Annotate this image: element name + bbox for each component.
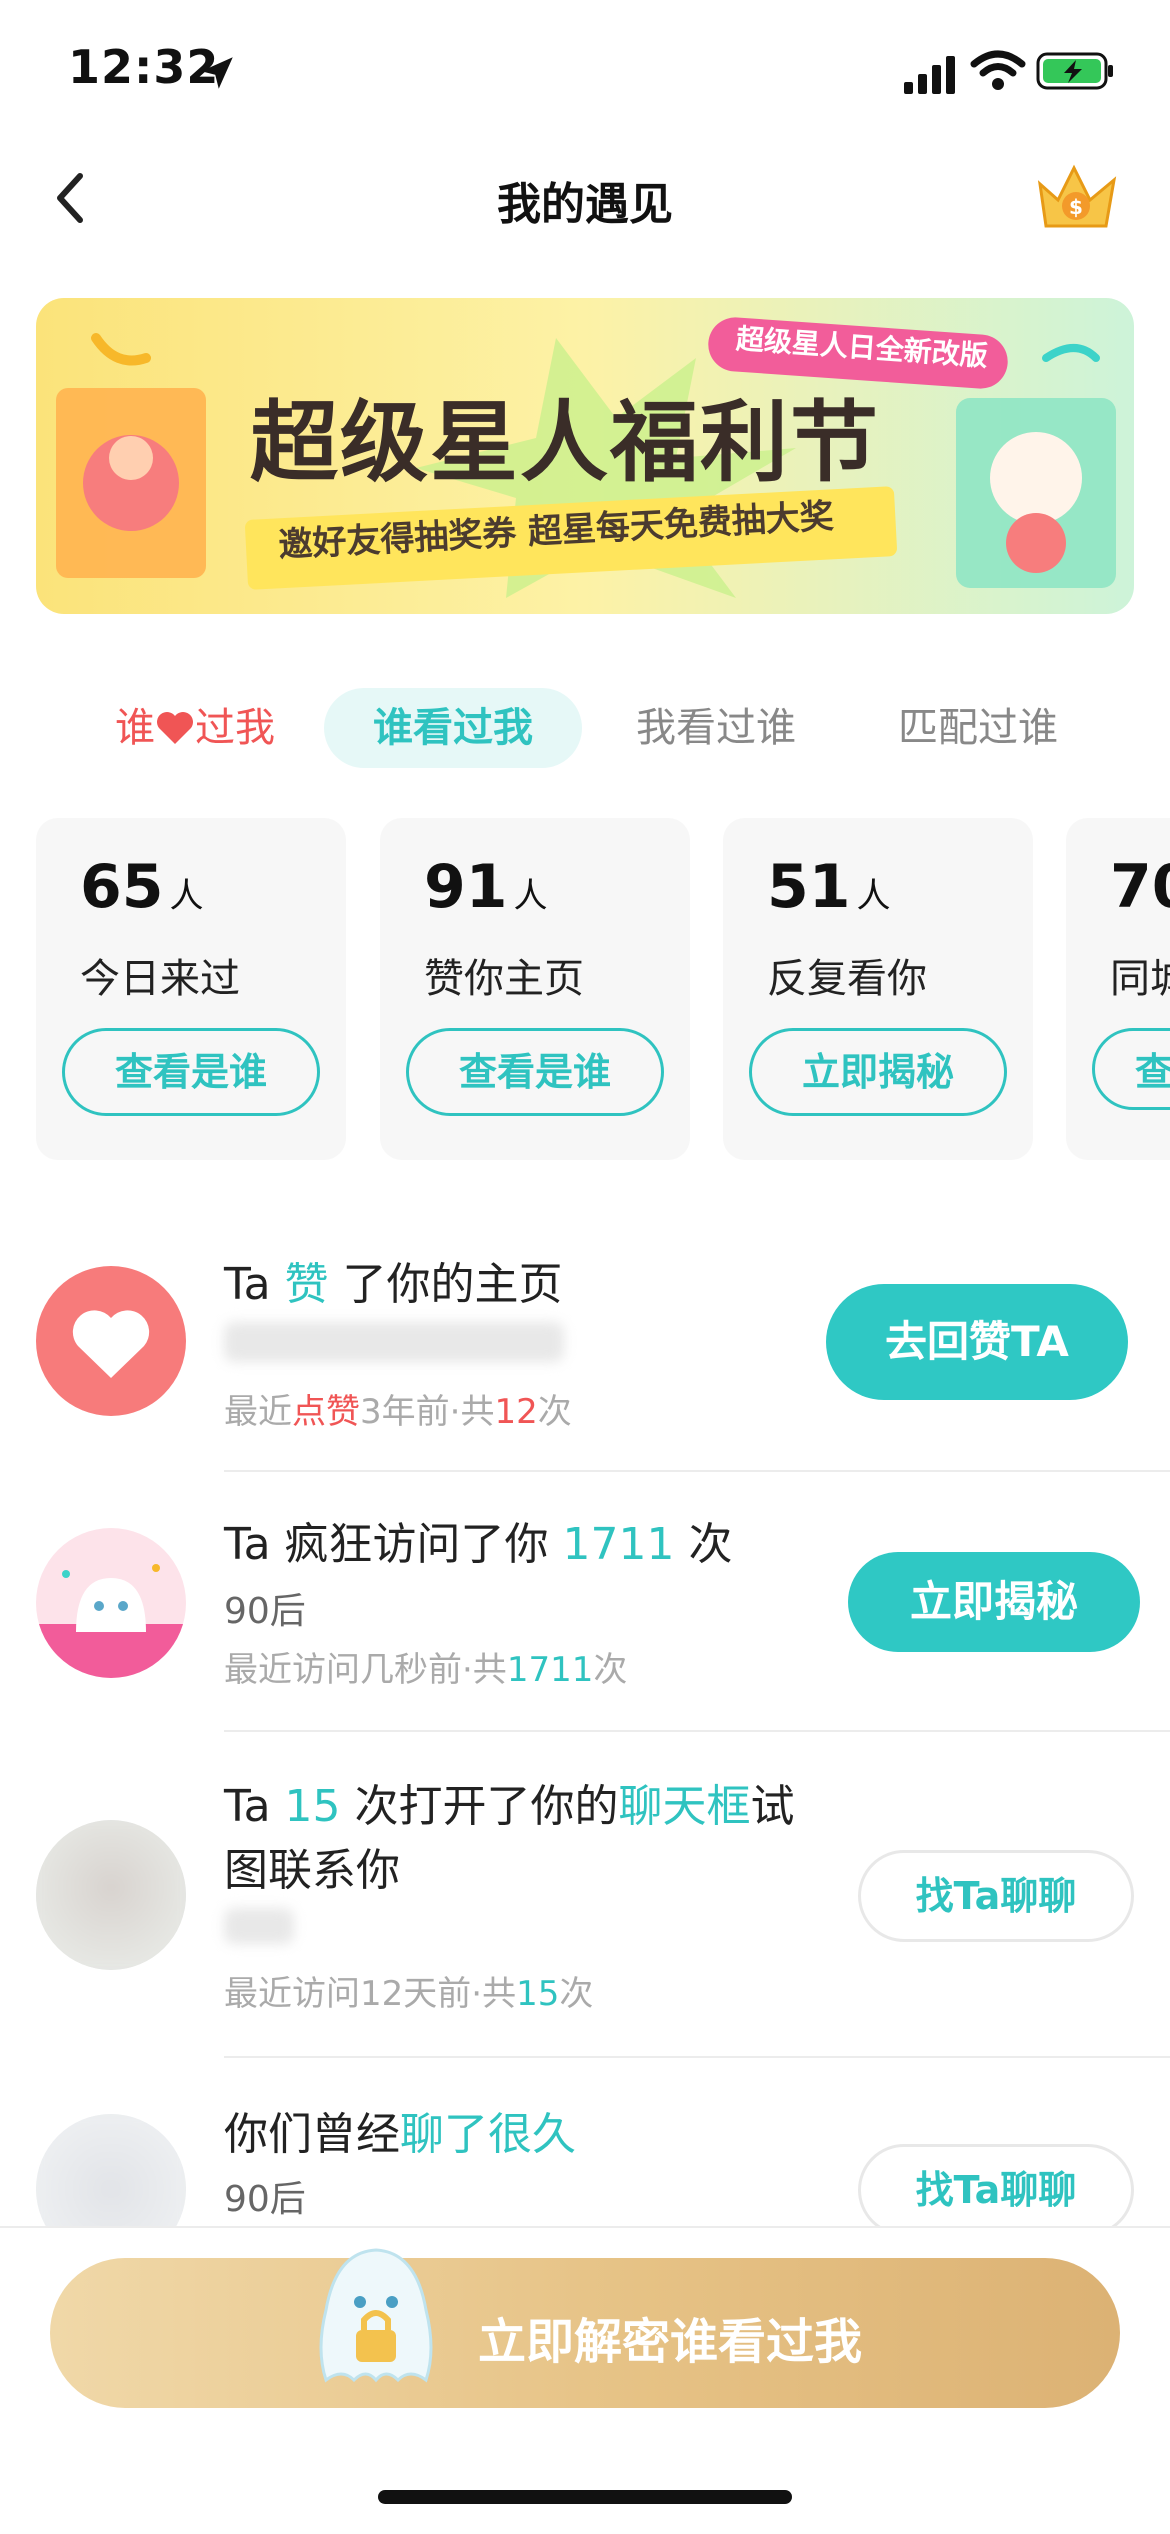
tab-matched[interactable]: 匹配过谁 bbox=[862, 688, 1094, 768]
blurred-profile-info bbox=[224, 1908, 294, 1944]
blurred-profile-info bbox=[224, 1322, 564, 1362]
list-item-title: 你们曾经聊了很久 bbox=[224, 2109, 576, 2160]
ghost-gift-icon bbox=[36, 1564, 186, 1678]
list-item-title-line2: 图联系你 bbox=[224, 1845, 400, 1896]
stat-label: 赞你主页 bbox=[424, 956, 584, 1002]
list-item-meta: 最近访问12天前·共15次 bbox=[224, 1974, 594, 2014]
stat-card-repeat: 51 人 反复看你 立即揭秘 bbox=[723, 818, 1033, 1160]
svg-text:$: $ bbox=[1069, 195, 1083, 219]
chat-button[interactable]: 找Ta聊聊 bbox=[858, 1850, 1134, 1942]
view-button[interactable]: 查 bbox=[1092, 1028, 1170, 1110]
visitor-avatar bbox=[36, 1528, 186, 1678]
like-back-button[interactable]: 去回赞TA bbox=[826, 1284, 1128, 1400]
chat-button[interactable]: 找Ta聊聊 bbox=[858, 2144, 1134, 2236]
divider bbox=[224, 1730, 1170, 1732]
view-who-button[interactable]: 查看是谁 bbox=[406, 1028, 664, 1116]
cellular-signal-icon bbox=[904, 56, 955, 94]
location-arrow-icon bbox=[201, 57, 233, 89]
tab-label-post: 过我 bbox=[195, 705, 275, 751]
list-item-meta: 最近访问几秒前·共1711次 bbox=[224, 1650, 628, 1690]
heart-icon bbox=[157, 712, 193, 744]
divider bbox=[224, 1470, 1170, 1472]
battery-charging-icon bbox=[1036, 52, 1113, 90]
tab-who-liked-me[interactable]: 谁过我 bbox=[70, 688, 320, 768]
wifi-icon bbox=[970, 50, 1026, 90]
stat-label: 同城 bbox=[1110, 956, 1170, 1002]
list-item-age: 90后 bbox=[224, 1591, 306, 1632]
tab-who-i-viewed[interactable]: 我看过谁 bbox=[600, 688, 832, 768]
stat-number: 70 bbox=[1110, 852, 1170, 922]
stat-card-same-city: 70 同城 查 bbox=[1066, 818, 1170, 1160]
reveal-button[interactable]: 立即揭秘 bbox=[848, 1552, 1140, 1652]
stat-number: 51 人 bbox=[767, 852, 891, 922]
list-item-age: 90后 bbox=[224, 2179, 306, 2220]
visitor-avatar-blurred bbox=[36, 1820, 186, 1970]
list-item-title: Ta 15 次打开了你的聊天框试 bbox=[224, 1781, 795, 1832]
heart-icon bbox=[72, 1310, 150, 1378]
like-avatar bbox=[36, 1266, 186, 1416]
stat-number: 91 人 bbox=[424, 852, 548, 922]
stat-number: 65 人 bbox=[80, 852, 204, 922]
list-item-title: Ta 疯狂访问了你 1711 次 bbox=[224, 1519, 733, 1570]
home-indicator bbox=[378, 2490, 792, 2504]
stat-label: 今日来过 bbox=[80, 956, 240, 1002]
list-item-title: Ta 赞 了你的主页 bbox=[224, 1259, 563, 1310]
tab-who-viewed-me[interactable]: 谁看过我 bbox=[324, 688, 582, 768]
banner-title: 超级星人福利节 bbox=[250, 391, 881, 494]
super-star-crown-icon[interactable]: $ bbox=[1034, 160, 1120, 236]
reveal-button[interactable]: 立即揭秘 bbox=[749, 1028, 1007, 1116]
stat-card-likes: 91 人 赞你主页 查看是谁 bbox=[380, 818, 690, 1160]
stat-label: 反复看你 bbox=[767, 956, 927, 1002]
list-item-meta: 最近点赞3年前·共12次 bbox=[224, 1392, 572, 1432]
tab-label-pre: 谁 bbox=[115, 705, 155, 751]
view-who-button[interactable]: 查看是谁 bbox=[62, 1028, 320, 1116]
stat-card-today: 65 人 今日来过 查看是谁 bbox=[36, 818, 346, 1160]
divider bbox=[224, 2056, 1170, 2058]
page-title: 我的遇见 bbox=[497, 179, 673, 230]
ghost-lock-icon bbox=[319, 2248, 433, 2383]
unlock-button-label: 立即解密谁看过我 bbox=[477, 2314, 862, 2370]
